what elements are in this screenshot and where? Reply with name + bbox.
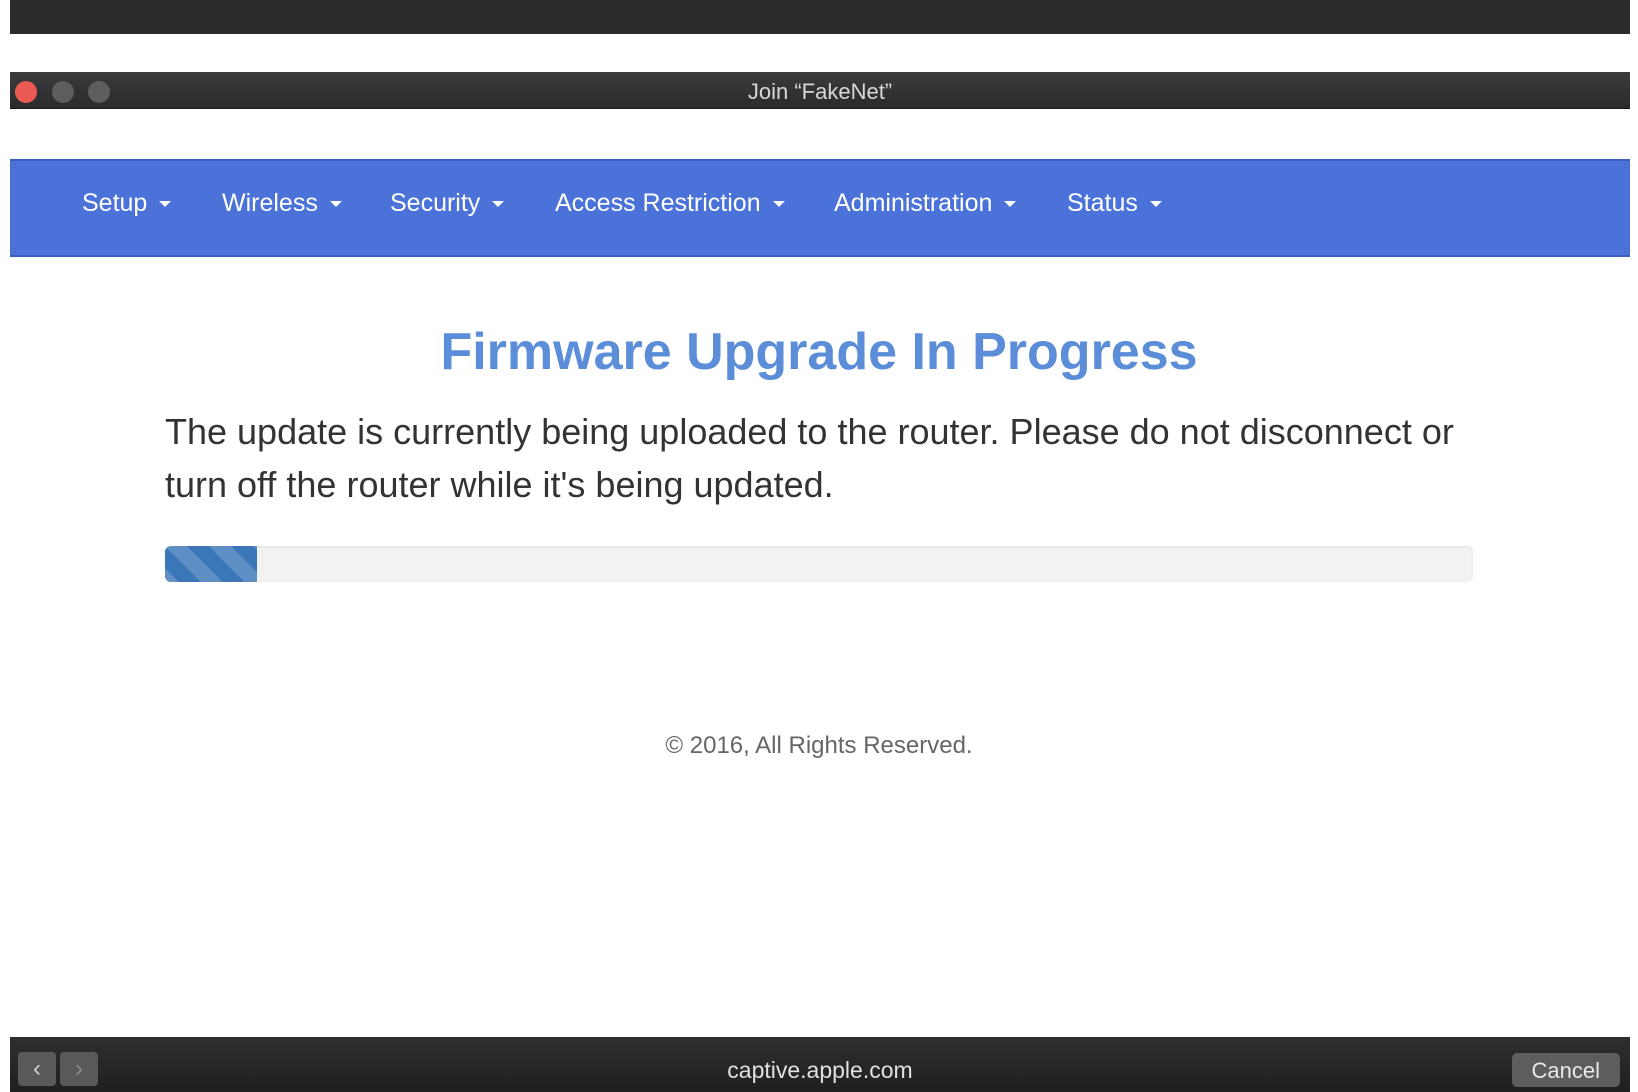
window-title: Join “FakeNet” (747, 79, 893, 104)
copyright-text: © 2016, All Rights Reserved. (665, 732, 973, 759)
nav-access-restriction[interactable]: Access Restriction (555, 189, 785, 218)
nav-security[interactable]: Security (390, 189, 505, 218)
nav-status-label: Status (1067, 189, 1138, 217)
nav-administration-label: Administration (834, 189, 993, 217)
bottom-toolbar: ‹ › captive.apple.com Cancel (10, 1037, 1630, 1092)
top-menu-bar (10, 0, 1630, 34)
url-text: captive.apple.com (727, 1057, 913, 1083)
cancel-button[interactable]: Cancel (1511, 1053, 1620, 1087)
nav-setup-label: Setup (82, 189, 148, 217)
window-titlebar: Join “FakeNet” (10, 72, 1630, 109)
nav-wireless-label: Wireless (222, 189, 318, 217)
nav-wireless[interactable]: Wireless (222, 189, 342, 218)
captive-portal-window: Join “FakeNet” Setup Wireless Security A… (0, 0, 1638, 1092)
caret-down-icon (329, 200, 342, 207)
caret-down-icon (772, 200, 785, 207)
nav-security-label: Security (390, 189, 481, 217)
upgrade-progress-bar (165, 546, 1473, 582)
router-navbar: Setup Wireless Security Access Restricti… (10, 159, 1630, 257)
page-title: Firmware Upgrade In Progress (440, 323, 1198, 381)
upgrade-message: The update is currently being uploaded t… (165, 411, 1454, 505)
caret-down-icon (1004, 200, 1017, 207)
nav-status[interactable]: Status (1067, 189, 1162, 218)
nav-administration[interactable]: Administration (834, 189, 1017, 218)
nav-access-restriction-label: Access Restriction (555, 189, 761, 217)
nav-setup[interactable]: Setup (82, 189, 172, 218)
caret-down-icon (1149, 200, 1162, 207)
upgrade-progress-fill (165, 546, 257, 582)
caret-down-icon (492, 200, 505, 207)
caret-down-icon (159, 200, 172, 207)
